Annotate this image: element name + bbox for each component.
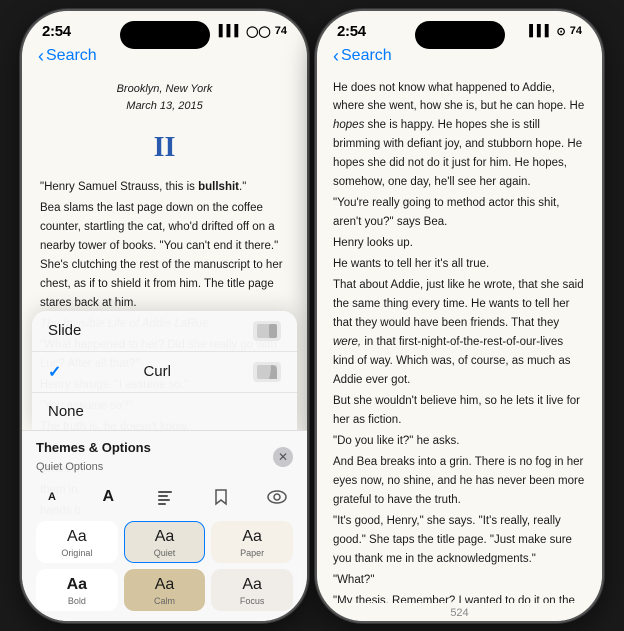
slide-icon bbox=[253, 321, 281, 341]
book-header: Brooklyn, New York March 13, 2015 bbox=[40, 81, 289, 116]
curl-icon bbox=[253, 362, 281, 382]
back-chevron-left: ‹ bbox=[38, 46, 44, 67]
overlay-panel: Slide ✓ Curl None bbox=[22, 311, 307, 621]
rp-6: But she wouldn't believe him, so he lets… bbox=[333, 392, 586, 430]
phones-container: 2:54 ▌▌▌ ◯◯ 74 ‹ Search Brooklyn, New Yo… bbox=[22, 11, 602, 621]
right-phone: 2:54 ▌▌▌ ⊙ 74 ‹ Search He does not know … bbox=[317, 11, 602, 621]
themes-options: Options bbox=[102, 440, 151, 455]
rp-5: That about Addie, just like he wrote, th… bbox=[333, 276, 586, 390]
theme-name-calm: Calm bbox=[154, 596, 175, 606]
book-para-1: "Henry Samuel Strauss, this is bullshit.… bbox=[40, 178, 289, 197]
option-none-label: None bbox=[48, 403, 84, 420]
themes-bar: Themes & Options Quiet Options ✕ A A bbox=[22, 430, 307, 621]
theme-name-paper: Paper bbox=[240, 548, 264, 558]
theme-focus[interactable]: Aa Focus bbox=[211, 569, 293, 611]
bookmark-btn[interactable] bbox=[205, 483, 237, 511]
theme-quiet[interactable]: Aa Quiet bbox=[124, 521, 206, 563]
signal-icon-left: ▌▌▌ bbox=[219, 25, 242, 37]
theme-aa-quiet: Aa bbox=[155, 528, 175, 546]
option-none[interactable]: None bbox=[32, 393, 297, 430]
themes-title-block: Themes & Options Quiet Options bbox=[36, 439, 151, 475]
theme-aa-bold: Aa bbox=[67, 576, 87, 594]
rp-9: "It's good, Henry," she says. "It's real… bbox=[333, 512, 586, 569]
theme-name-focus: Focus bbox=[240, 596, 265, 606]
option-curl-label: Curl bbox=[143, 363, 171, 380]
back-label-right: Search bbox=[341, 47, 392, 65]
rp-11: "My thesis. Remember? I wanted to do it … bbox=[333, 592, 586, 603]
theme-name-bold: Bold bbox=[68, 596, 86, 606]
dynamic-island-right bbox=[415, 21, 505, 49]
time-right: 2:54 bbox=[337, 23, 366, 40]
font-type-btn[interactable] bbox=[149, 483, 181, 511]
back-label-left: Search bbox=[46, 47, 97, 65]
theme-calm[interactable]: Aa Calm bbox=[124, 569, 206, 611]
back-chevron-right: ‹ bbox=[333, 46, 339, 67]
dynamic-island-left bbox=[120, 21, 210, 49]
battery-left: 74 bbox=[275, 25, 287, 37]
theme-aa-paper: Aa bbox=[242, 528, 262, 546]
book-date: March 13, 2015 bbox=[40, 98, 289, 116]
signal-icon-right: ▌▌▌ bbox=[529, 25, 552, 37]
wifi-icon-right: ⊙ bbox=[557, 25, 566, 38]
rp-1: He does not know what happened to Addie,… bbox=[333, 79, 586, 193]
rp-8: And Bea breaks into a grin. There is no … bbox=[333, 453, 586, 510]
option-curl[interactable]: ✓ Curl bbox=[32, 352, 297, 393]
back-button-left[interactable]: ‹ Search bbox=[38, 46, 97, 67]
theme-name-original: Original bbox=[61, 548, 92, 558]
back-button-right[interactable]: ‹ Search bbox=[333, 46, 392, 67]
book-para-2: Bea slams the last page down on the coff… bbox=[40, 199, 289, 313]
chapter-number: II bbox=[40, 126, 289, 171]
left-phone-inner: 2:54 ▌▌▌ ◯◯ 74 ‹ Search Brooklyn, New Yo… bbox=[22, 11, 307, 621]
rp-10: "What?" bbox=[333, 571, 586, 590]
status-icons-left: ▌▌▌ ◯◯ 74 bbox=[219, 25, 287, 38]
book-content-right: He does not know what happened to Addie,… bbox=[317, 73, 602, 603]
theme-aa-focus: Aa bbox=[242, 576, 262, 594]
theme-aa-original: Aa bbox=[67, 528, 87, 546]
right-phone-inner: 2:54 ▌▌▌ ⊙ 74 ‹ Search He does not know … bbox=[317, 11, 602, 621]
theme-aa-calm: Aa bbox=[155, 576, 175, 594]
themes-title-row: Themes & Options Quiet Options ✕ bbox=[36, 439, 293, 475]
theme-name-quiet: Quiet bbox=[154, 548, 176, 558]
font-small-btn[interactable]: A bbox=[36, 483, 68, 511]
quiet-options-label: Quiet Options bbox=[36, 461, 103, 473]
rp-3: Henry looks up. bbox=[333, 234, 586, 253]
slide-options: Slide ✓ Curl None bbox=[32, 311, 297, 430]
theme-bold[interactable]: Aa Bold bbox=[36, 569, 118, 611]
page-number: 524 bbox=[317, 603, 602, 621]
curl-check: ✓ bbox=[48, 362, 61, 382]
time-left: 2:54 bbox=[42, 23, 71, 40]
rp-4: He wants to tell her it's all true. bbox=[333, 255, 586, 274]
option-slide-label: Slide bbox=[48, 322, 81, 339]
toolbar-row: A A bbox=[36, 479, 293, 517]
close-button[interactable]: ✕ bbox=[273, 447, 293, 467]
wifi-icon-left: ◯◯ bbox=[246, 25, 271, 38]
option-slide[interactable]: Slide bbox=[32, 311, 297, 352]
theme-paper[interactable]: Aa Paper bbox=[211, 521, 293, 563]
display-btn[interactable] bbox=[261, 483, 293, 511]
status-icons-right: ▌▌▌ ⊙ 74 bbox=[529, 25, 582, 38]
battery-right: 74 bbox=[570, 25, 582, 37]
book-location: Brooklyn, New York bbox=[40, 81, 289, 99]
rp-7: "Do you like it?" he asks. bbox=[333, 432, 586, 451]
left-phone: 2:54 ▌▌▌ ◯◯ 74 ‹ Search Brooklyn, New Yo… bbox=[22, 11, 307, 621]
themes-grid: Aa Original Aa Quiet Aa Paper Aa bbox=[36, 517, 293, 617]
rp-2: "You're really going to method actor thi… bbox=[333, 194, 586, 232]
font-large-btn[interactable]: A bbox=[92, 483, 124, 511]
theme-original[interactable]: Aa Original bbox=[36, 521, 118, 563]
themes-title: Themes & bbox=[36, 440, 102, 455]
